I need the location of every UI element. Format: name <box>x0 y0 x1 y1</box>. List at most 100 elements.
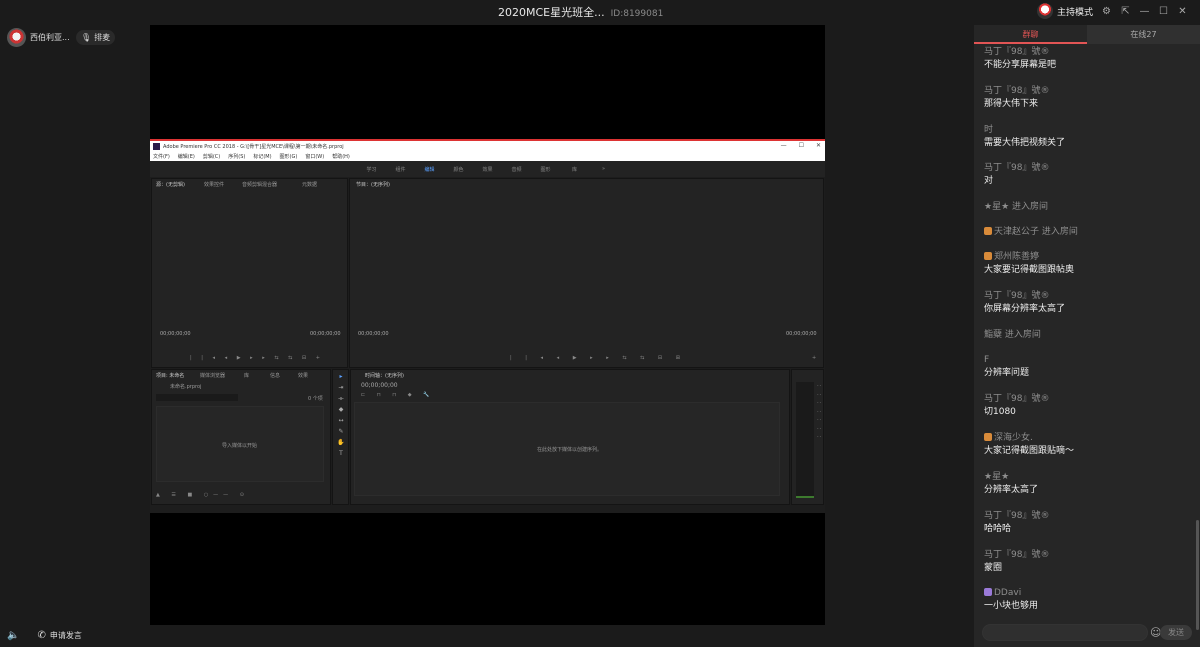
chat-message: 马丁『98』號® 切1080 <box>984 393 1188 419</box>
effect-controls-tab: 效果控件 <box>204 182 225 188</box>
message-sender-name: DDavi <box>994 588 1022 598</box>
chat-tabs: 群聊 在线27 <box>974 25 1200 44</box>
user-badge-icon <box>984 252 992 260</box>
teacher-avatar <box>7 28 26 47</box>
source-timecode-in: 00;00;00;00 <box>160 331 191 337</box>
minimize-icon[interactable]: — <box>1139 6 1150 17</box>
host-mode-label[interactable]: 主持模式 <box>1057 5 1093 18</box>
hand-tool-icon: ✋ <box>337 439 345 446</box>
send-button[interactable]: 发送 <box>1160 625 1192 640</box>
settings-icon[interactable]: ⚙ <box>1101 6 1112 17</box>
close-icon[interactable]: ✕ <box>1177 6 1188 17</box>
program-monitor-panel: 节目：(无序列) 00;00;00;00 00;00;00;00 | | ◂ ◂… <box>349 178 824 368</box>
premiere-menu-item: 帮助(H) <box>332 153 350 160</box>
workspace-tab: 效果 <box>482 166 493 173</box>
workspace-tab-active: 编辑 <box>424 166 435 173</box>
host-avatar[interactable] <box>1036 3 1053 19</box>
phone-icon: ✆ <box>37 630 46 641</box>
message-sender-name: 郑州陈善婷 <box>994 252 1040 262</box>
import-hint: 导入媒体以开始 <box>222 443 258 449</box>
premiere-menu-item: 序列(S) <box>228 153 246 160</box>
message-sender: 时 <box>984 125 994 135</box>
tab-online-users[interactable]: 在线27 <box>1087 25 1200 44</box>
info-tab: 信息 <box>270 373 281 379</box>
source-timecode-out: 00;00;00;00 <box>310 331 341 337</box>
maximize-icon[interactable]: ☐ <box>1158 6 1169 17</box>
message-text: 哈哈哈 <box>984 524 1012 534</box>
premiere-menu-item: 图形(G) <box>279 153 298 160</box>
track-select-tool-icon: ⇥ <box>338 384 344 391</box>
timeline-toolbar: ⊏ ⊓ ⊓ ◆ 🔧 <box>361 392 435 398</box>
chat-message: 马丁『98』號® 你屏幕分辨率太高了 <box>984 290 1188 316</box>
apply-speak-button[interactable]: ✆ 申请发言 <box>37 630 81 641</box>
premiere-minimize-icon: — <box>780 142 787 149</box>
chat-scrollbar[interactable] <box>1196 520 1199 630</box>
audio-meter-bar <box>796 382 814 498</box>
audio-mixer-tab: 音频剪辑混合器 <box>242 182 278 188</box>
message-text: 需要大伟把视频关了 <box>984 138 1066 148</box>
popout-icon[interactable]: ⇱ <box>1120 6 1131 17</box>
timeline-timecode: 00;00;00;00 <box>361 382 398 389</box>
premiere-maximize-icon: ☐ <box>798 142 804 149</box>
chat-message: 时 需要大伟把视频关了 <box>984 124 1188 150</box>
premiere-logo-icon <box>153 142 160 150</box>
tab-group-chat[interactable]: 群聊 <box>974 25 1087 44</box>
message-text: 蒙圈 <box>984 563 1003 573</box>
media-browser-tab: 媒体浏览器 <box>200 373 226 379</box>
premiere-menu-item: 编辑(E) <box>177 153 195 160</box>
message-sender: 马丁『98』號® <box>984 550 1050 560</box>
premiere-menu-item: 标记(M) <box>253 153 272 160</box>
project-search-field <box>156 394 238 401</box>
shared-screen-video: Adobe Premiere Pro CC 2018 - G:\[骨干]星光MC… <box>150 25 825 625</box>
source-monitor-panel: 源：(无剪辑) 效果控件 音频剪辑混合器 元数据 00;00;00;00 00;… <box>151 178 348 368</box>
message-text: 一小块也够用 <box>984 601 1039 611</box>
effects-tab: 效果 <box>298 373 309 379</box>
premiere-menu-item: 窗口(W) <box>305 153 325 160</box>
bottom-controls: 🔈 ✆ 申请发言 <box>7 630 82 641</box>
message-sender: 马丁『98』號® <box>984 86 1050 96</box>
system-notice: 鮨糵 进入房间 <box>984 330 1041 340</box>
message-sender-name: 深海少女. <box>994 433 1033 443</box>
chat-message: DDavi 一小块也够用 <box>984 587 1188 613</box>
message-text: 切1080 <box>984 407 1016 417</box>
selection-tool-icon: ▸ <box>339 373 343 380</box>
workspace-tab: 组件 <box>395 166 406 173</box>
program-transport-controls: | | ◂ ◂ ▶ ▸ ▸ ⇆ ⇆ ⊟ ⊞ <box>510 355 686 361</box>
project-file: 未命名.prproj <box>170 384 202 390</box>
premiere-close-icon: ✕ <box>815 142 821 149</box>
workspace-tab: 学习 <box>366 166 377 173</box>
message-sender: DDavi <box>984 587 1188 599</box>
message-sender: 马丁『98』號® <box>984 47 1050 57</box>
title-bar-controls: 主持模式 ⚙ ⇱ — ☐ ✕ <box>1036 3 1188 19</box>
workspace-tab: 库 <box>571 166 577 173</box>
timeline-panel: 时间轴：(无序列) 00;00;00;00 ⊏ ⊓ ⊓ ◆ 🔧 在此处放下媒体以… <box>350 369 790 505</box>
message-text: 分辨率太高了 <box>984 485 1039 495</box>
system-message: ★星★ 进入房间 <box>984 201 1188 213</box>
premiere-menu-item: 文件(F) <box>153 153 170 160</box>
project-footer-controls: ▲ ☰ ■ ○—— ⊙ <box>156 492 249 498</box>
chat-message: 马丁『98』號® 不能分享屏幕是吧 <box>984 46 1188 72</box>
message-text: 对 <box>984 176 994 186</box>
library-tab: 库 <box>244 373 250 379</box>
message-text: 大家记得截图跟贴嘀～ <box>984 446 1075 456</box>
mic-icon: 🎙 <box>81 33 92 42</box>
volume-icon[interactable]: 🔈 <box>7 630 19 641</box>
mic-queue-button[interactable]: 🎙 排麦 <box>76 30 116 45</box>
title-bar: 2020MCE星光班全... ID:8199081 主持模式 ⚙ ⇱ — ☐ ✕ <box>0 0 1200 24</box>
chat-message: 马丁『98』號® 对 <box>984 162 1188 188</box>
type-tool-icon: T <box>339 450 343 457</box>
chat-message-input[interactable] <box>982 624 1148 641</box>
premiere-window-buttons: — ☐ ✕ <box>781 142 821 149</box>
chat-panel: 群聊 在线27 马丁『98』號® 不能分享屏幕是吧 马丁『98』號® 那得大伟下… <box>974 25 1200 647</box>
program-add-button: + <box>812 355 817 361</box>
chat-input-row: ☺ 发送 <box>982 624 1192 641</box>
message-sender: F <box>984 355 990 365</box>
workspace-more: » <box>601 166 606 172</box>
workspace-tab: 音频 <box>511 166 522 173</box>
premiere-menu-item: 剪辑(C) <box>202 153 221 160</box>
premiere-workspace-bar: 学习 组件 编辑 颜色 效果 音频 图形 库 » <box>150 161 825 177</box>
teacher-badge[interactable]: 西伯利亚... <box>7 28 70 47</box>
system-notice: ★星★ 进入房间 <box>984 202 1048 212</box>
message-sender: 马丁『98』號® <box>984 163 1050 173</box>
room-id: ID:8199081 <box>610 9 664 19</box>
